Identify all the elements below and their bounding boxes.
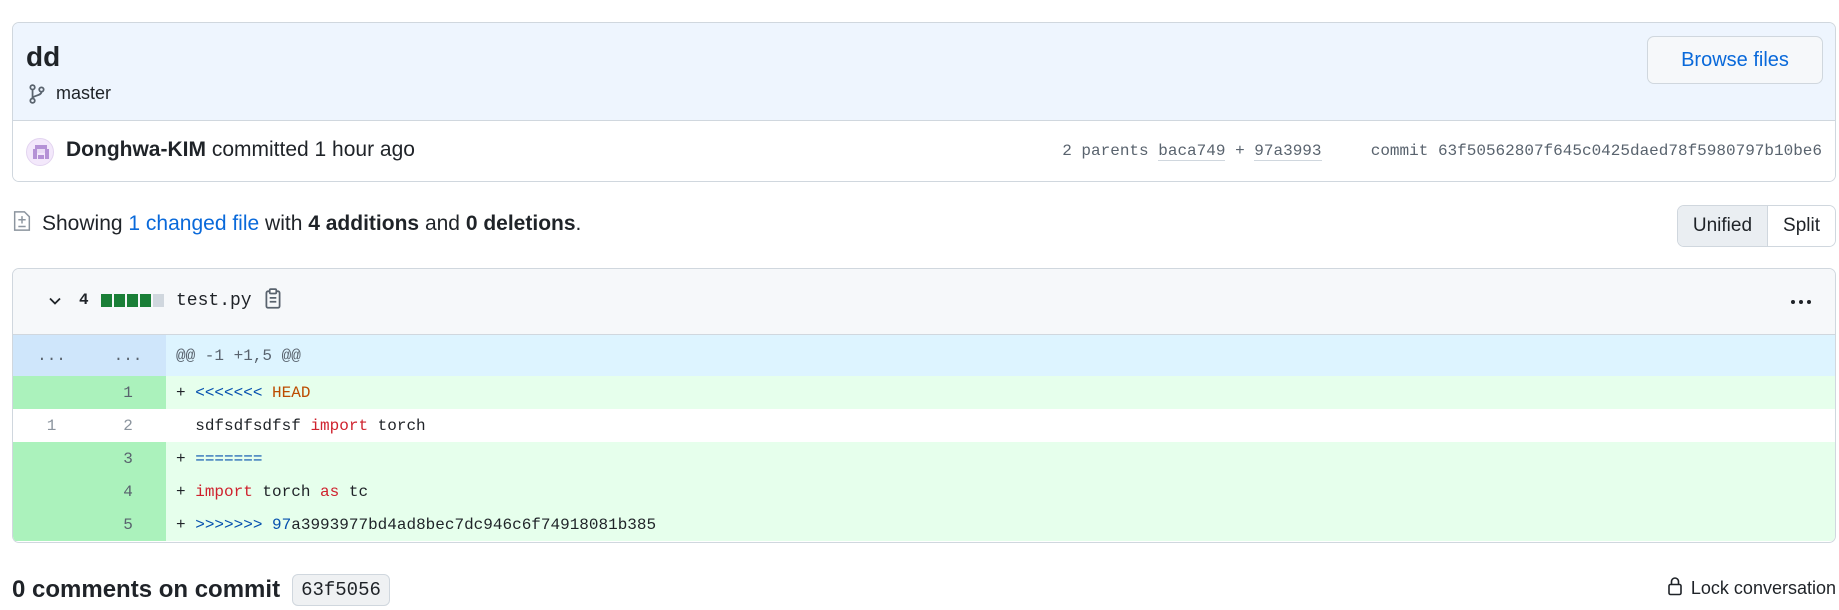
commit-title-area: dd master Browse files (13, 23, 1835, 121)
file-header: 4 test.py (13, 269, 1835, 335)
code-line: + >>>>>>> 97a3993977bd4ad8bec7dc946c6f74… (166, 516, 656, 534)
code-token: torch (252, 482, 321, 501)
line-number-left[interactable] (13, 442, 90, 475)
line-number-right[interactable]: 2 (90, 409, 166, 442)
copy-icon[interactable] (264, 288, 282, 315)
lock-conversation-button[interactable]: Lock conversation (1667, 576, 1836, 601)
code-token: import (195, 482, 253, 501)
code-line: + <<<<<<< HEAD (166, 384, 310, 402)
diff-prefix: + (176, 449, 186, 468)
code-token: <<<<<<< (195, 383, 263, 402)
diffstat-bar (101, 294, 164, 307)
line-number-right[interactable]: 1 (90, 376, 166, 409)
summary-showing: Showing (42, 212, 123, 235)
browse-files-button[interactable]: Browse files (1647, 36, 1823, 84)
diffstat-empty-block (153, 294, 164, 307)
line-number-right[interactable]: 4 (90, 475, 166, 508)
hunk-header-row: ... ... @@ -1 +1,5 @@ (13, 335, 1835, 376)
expand-down-button[interactable]: ... (90, 335, 166, 376)
diff-line-added: 1 + <<<<<<< HEAD (13, 376, 1835, 409)
short-sha: 63f5056 (292, 574, 390, 606)
code-token: a3993977bd4ad8bec7dc946c6f74918081b385 (291, 515, 657, 534)
lock-icon (1667, 576, 1683, 601)
avatar[interactable] (26, 138, 54, 166)
split-view-button[interactable]: Split (1768, 206, 1835, 246)
commit-sha: 63f50562807f645c0425daed78f5980797b10be6 (1437, 142, 1822, 160)
branch-info: master (28, 83, 111, 104)
diffstat-added-block (127, 294, 138, 307)
diff-prefix: + (176, 515, 186, 534)
summary-with: with (265, 212, 303, 235)
view-toggle: Unified Split (1676, 205, 1836, 247)
more-options-icon[interactable] (1791, 300, 1811, 304)
diffstat-added-block (140, 294, 151, 307)
code-line: + ======= (166, 450, 262, 468)
code-line: + import torch as tc (166, 483, 368, 501)
file-changes-count: 4 (79, 291, 89, 309)
expand-up-button[interactable]: ... (13, 335, 90, 376)
line-number-left[interactable] (13, 376, 90, 409)
diff-line-added: 3 + ======= (13, 442, 1835, 475)
summary-period: . (575, 212, 582, 235)
parent-plus: + (1235, 142, 1245, 160)
comments-label: 0 comments on commit (12, 576, 281, 603)
commit-action: committed (211, 138, 309, 161)
code-token: sdfsdfsdfsf (195, 416, 311, 435)
deletions-count: 0 deletions (465, 212, 576, 235)
diff-line-added: 4 + import torch as tc (13, 475, 1835, 508)
file-diff: 4 test.py ... ... @@ -1 +1,5 @@ 1 + <<<<<… (12, 268, 1836, 543)
code-token: as (320, 482, 340, 501)
comments-heading: 0 comments on commit 63f5056 (12, 574, 390, 606)
branch-name[interactable]: master (56, 83, 111, 104)
commit-sha-info: 2 parents baca749 + 97a3993 commit 63f50… (1062, 142, 1822, 161)
diff-table: ... ... @@ -1 +1,5 @@ 1 + <<<<<<< HEAD 1 2 … (13, 335, 1835, 541)
unified-view-button[interactable]: Unified (1677, 206, 1769, 246)
diff-prefix: + (176, 383, 186, 402)
line-number-left[interactable] (13, 475, 90, 508)
lock-label: Lock conversation (1690, 578, 1836, 598)
parent-sha-link[interactable]: baca749 (1158, 142, 1226, 161)
file-name-link[interactable]: test.py (176, 291, 252, 311)
code-token: tc (339, 482, 369, 501)
author-link[interactable]: Donghwa-KIM (66, 138, 206, 161)
diffstat-added-block (101, 294, 112, 307)
commit-header: dd master Browse files Donghwa-KIM commi… (12, 22, 1836, 182)
code-token: ======= (195, 449, 263, 468)
commit-label: commit (1370, 142, 1429, 160)
code-token: torch (368, 416, 426, 435)
commit-time[interactable]: 1 hour ago (315, 138, 415, 161)
chevron-down-icon[interactable] (47, 293, 63, 314)
diff-summary: Showing 1 changed file with 4 additions … (12, 210, 581, 238)
code-token: 97 (272, 515, 292, 534)
diff-line-added: 5 + >>>>>>> 97a3993977bd4ad8bec7dc946c6f7… (13, 508, 1835, 541)
code-token: HEAD (272, 383, 311, 402)
line-number-right[interactable]: 5 (90, 508, 166, 541)
diff-line-context: 12 sdfsdfsdfsf import torch (13, 409, 1835, 442)
parent-sha-link[interactable]: 97a3993 (1254, 142, 1322, 161)
commit-meta: Donghwa-KIM committed 1 hour ago 2 paren… (13, 121, 1835, 181)
line-number-left[interactable]: 1 (13, 409, 90, 442)
commit-title: dd (26, 41, 61, 72)
hunk-header: @@ -1 +1,5 @@ (176, 346, 301, 365)
code-line: sdfsdfsdfsf import torch (166, 416, 426, 435)
changed-files-link[interactable]: 1 changed file (128, 212, 259, 235)
diffstat-added-block (114, 294, 125, 307)
code-token: import (310, 416, 369, 435)
line-number-right[interactable]: 3 (90, 442, 166, 475)
line-number-left[interactable] (13, 508, 90, 541)
file-diff-icon (12, 210, 32, 238)
diff-prefix: + (176, 482, 186, 501)
parents-label: 2 parents (1062, 142, 1149, 160)
additions-count: 4 additions (308, 212, 420, 235)
author-line: Donghwa-KIM committed 1 hour ago (66, 138, 415, 162)
summary-and: and (424, 212, 460, 235)
code-token: >>>>>>> (195, 515, 263, 534)
git-branch-icon (28, 83, 46, 104)
diff-prefix (176, 417, 186, 435)
